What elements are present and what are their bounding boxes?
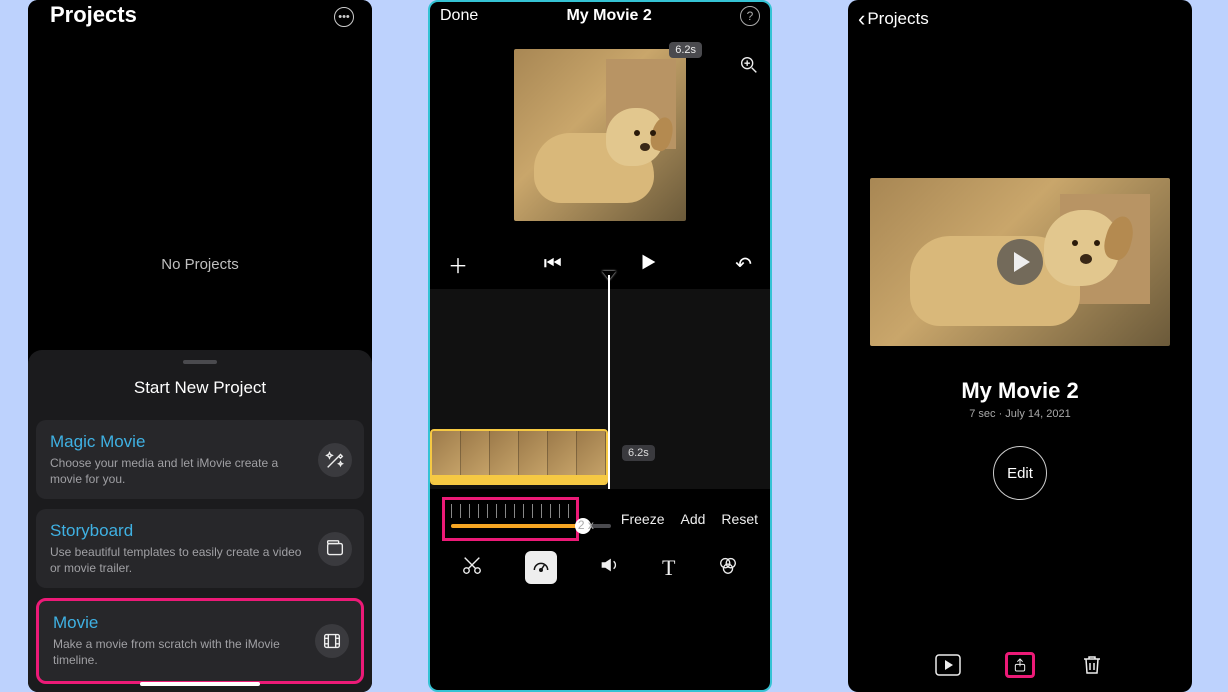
screen-projects: Projects ••• No Projects Start New Proje… xyxy=(28,0,372,692)
option-movie[interactable]: Movie Make a movie from scratch with the… xyxy=(36,598,364,683)
done-button[interactable]: Done xyxy=(440,7,478,25)
screen-project-detail: ‹ Projects My Movie 2 7 sec · July 14, 2… xyxy=(848,0,1192,692)
play-overlay-icon[interactable] xyxy=(997,239,1043,285)
zoom-icon[interactable] xyxy=(738,54,760,81)
option-desc: Make a movie from scratch with the iMovi… xyxy=(53,637,301,668)
timeline[interactable]: 6.2s xyxy=(430,289,770,489)
no-projects-label: No Projects xyxy=(28,256,372,273)
speed-row: 2 x Freeze Add Reset xyxy=(430,489,770,541)
play-icon[interactable] xyxy=(637,251,659,279)
sheet-heading: Start New Project xyxy=(36,378,364,398)
text-icon[interactable]: T xyxy=(662,555,675,581)
project-name: My Movie 2 xyxy=(848,378,1192,404)
project-title: My Movie 2 xyxy=(566,7,651,25)
storyboard-icon xyxy=(318,532,352,566)
playhead[interactable] xyxy=(608,275,610,489)
speed-ticks xyxy=(451,504,570,518)
freeze-button[interactable]: Freeze xyxy=(621,511,665,527)
playhead-time: 6.2s xyxy=(622,445,655,461)
filters-icon[interactable] xyxy=(717,554,739,581)
page-title: Projects xyxy=(50,2,137,28)
clip[interactable] xyxy=(430,429,608,485)
wand-icon xyxy=(318,443,352,477)
option-storyboard[interactable]: Storyboard Use beautiful templates to ea… xyxy=(36,509,364,588)
prev-icon[interactable]: ⏮ xyxy=(544,253,562,276)
option-title: Movie xyxy=(53,613,301,633)
preview-area[interactable]: 6.2s xyxy=(430,30,770,240)
sheet-handle[interactable] xyxy=(183,360,217,364)
option-title: Magic Movie xyxy=(50,432,304,452)
edit-button[interactable]: Edit xyxy=(993,446,1047,500)
volume-icon[interactable] xyxy=(598,554,620,581)
speedometer-icon[interactable] xyxy=(525,551,557,584)
speed-slider-box: 2 x xyxy=(442,497,579,541)
option-title: Storyboard xyxy=(50,521,304,541)
share-icon[interactable] xyxy=(1005,652,1035,678)
play-button-icon[interactable] xyxy=(933,652,963,678)
top-area: Projects ••• No Projects xyxy=(28,0,372,350)
add-speed-button[interactable]: Add xyxy=(681,511,706,527)
trash-icon[interactable] xyxy=(1077,652,1107,678)
nav-back[interactable]: ‹ Projects xyxy=(848,0,1192,38)
cut-icon[interactable] xyxy=(461,554,483,581)
add-media-icon[interactable]: ＋ xyxy=(448,250,468,279)
chevron-left-icon: ‹ xyxy=(858,6,865,32)
transport-row: ＋ ⏮ ↶ xyxy=(430,240,770,289)
back-label: Projects xyxy=(867,9,928,29)
reset-button[interactable]: Reset xyxy=(721,511,758,527)
option-desc: Choose your media and let iMovie create … xyxy=(50,456,304,487)
film-icon xyxy=(315,624,349,658)
undo-icon[interactable]: ↶ xyxy=(735,252,752,277)
speed-slider[interactable]: 2 x xyxy=(451,522,570,530)
bottom-toolbar xyxy=(848,644,1192,686)
new-project-sheet: Start New Project Magic Movie Choose you… xyxy=(28,350,372,692)
duration-badge: 6.2s xyxy=(669,42,702,58)
option-desc: Use beautiful templates to easily create… xyxy=(50,545,304,576)
preview-thumbnail xyxy=(514,49,686,221)
help-icon[interactable]: ? xyxy=(740,6,760,26)
project-thumbnail[interactable] xyxy=(870,178,1170,346)
home-indicator[interactable] xyxy=(140,682,260,686)
more-icon[interactable]: ••• xyxy=(334,7,354,27)
speed-multiplier: 2 x xyxy=(578,518,594,532)
screen-editor: Done My Movie 2 ? 6.2s ＋ ⏮ ↶ xyxy=(428,0,772,692)
editor-header: Done My Movie 2 ? xyxy=(430,2,770,30)
project-meta: 7 sec · July 14, 2021 xyxy=(848,408,1192,420)
tool-row: T xyxy=(430,541,770,588)
option-magic-movie[interactable]: Magic Movie Choose your media and let iM… xyxy=(36,420,364,499)
